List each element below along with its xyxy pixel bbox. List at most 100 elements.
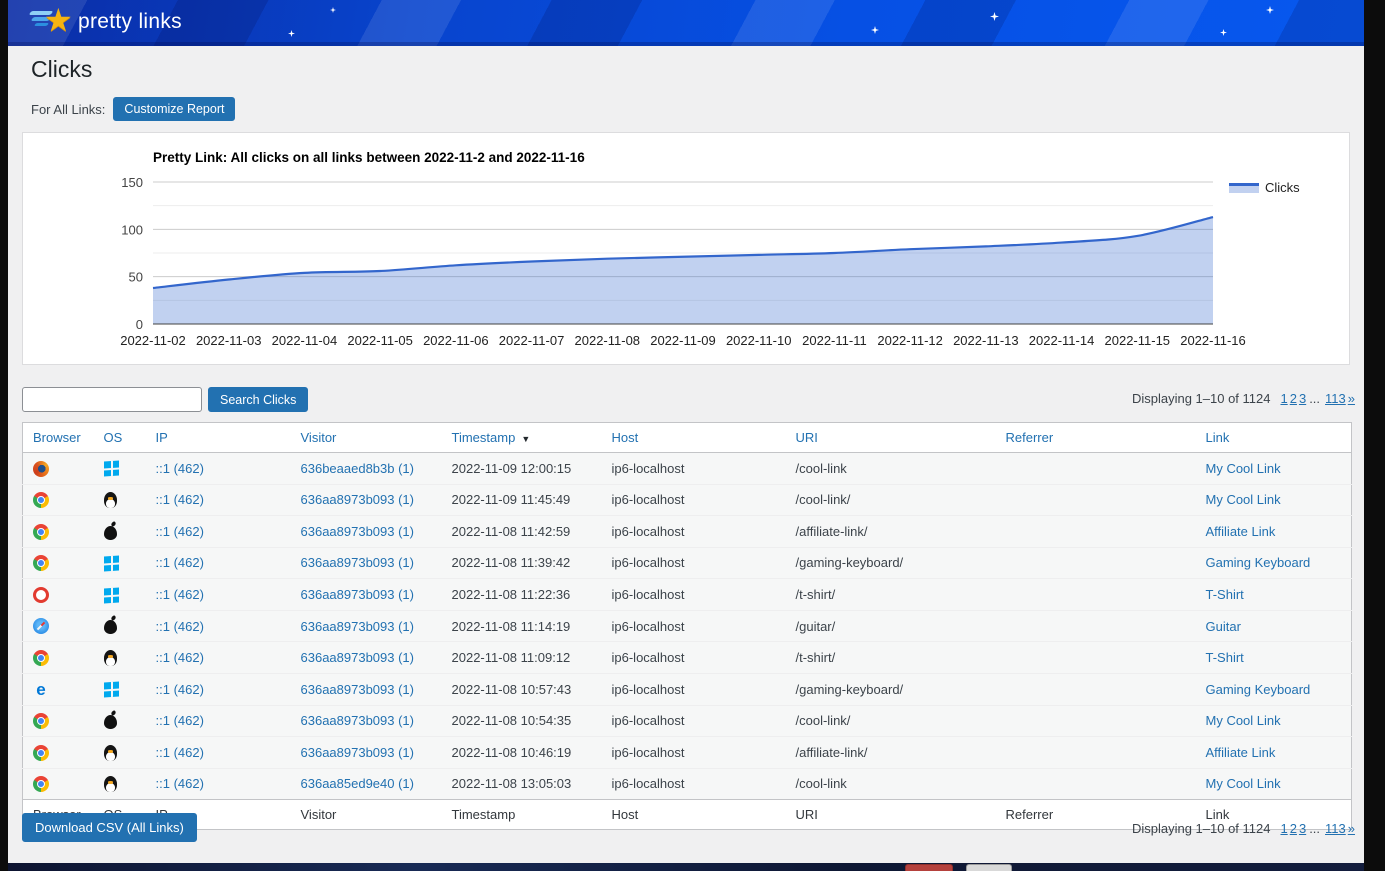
column-header-os[interactable]: OS xyxy=(94,423,146,453)
customize-report-button[interactable]: Customize Report xyxy=(113,97,235,121)
ip-link[interactable]: ::1 (462) xyxy=(156,524,204,539)
search-input[interactable] xyxy=(22,387,202,412)
svg-text:2022-11-15: 2022-11-15 xyxy=(1105,333,1171,348)
ip-link[interactable]: ::1 (462) xyxy=(156,587,204,602)
page-link-last[interactable]: 113 xyxy=(1325,821,1346,836)
visitor-link[interactable]: 636aa8973b093 (1) xyxy=(301,650,415,665)
page-link-3[interactable]: 3 xyxy=(1299,821,1306,836)
uri-cell: /cool-link/ xyxy=(786,705,996,737)
search-clicks-button[interactable]: Search Clicks xyxy=(208,387,308,412)
table-row: ::1 (462)636aa85ed9e40 (1)2022-11-08 13:… xyxy=(23,768,1352,800)
column-header-uri[interactable]: URI xyxy=(786,423,996,453)
sparkle-icon xyxy=(288,30,295,37)
clicks-series-swatch xyxy=(1229,183,1259,193)
page-link-2[interactable]: 2 xyxy=(1290,821,1297,836)
pretty-link[interactable]: Guitar xyxy=(1206,619,1241,634)
footer-header-uri: URI xyxy=(786,800,996,830)
referrer-cell xyxy=(996,642,1196,674)
uri-cell: /t-shirt/ xyxy=(786,642,996,674)
visitor-link[interactable]: 636aa8973b093 (1) xyxy=(301,713,415,728)
pretty-link[interactable]: T-Shirt xyxy=(1206,650,1244,665)
timestamp-cell: 2022-11-09 12:00:15 xyxy=(442,453,602,485)
pretty-link[interactable]: My Cool Link xyxy=(1206,776,1281,791)
page-link-1[interactable]: 1 xyxy=(1280,821,1287,836)
table-row: ::1 (462)636aa8973b093 (1)2022-11-09 11:… xyxy=(23,484,1352,516)
ip-link[interactable]: ::1 (462) xyxy=(156,555,204,570)
svg-text:2022-11-14: 2022-11-14 xyxy=(1029,333,1095,348)
column-header-ip[interactable]: IP xyxy=(146,423,291,453)
referrer-cell xyxy=(996,768,1196,800)
host-cell: ip6-localhost xyxy=(602,453,786,485)
svg-text:2022-11-09: 2022-11-09 xyxy=(650,333,716,348)
column-header-visitor[interactable]: Visitor xyxy=(291,423,442,453)
table-row: ::1 (462)636aa8973b093 (1)2022-11-08 10:… xyxy=(23,705,1352,737)
chrome-icon xyxy=(33,650,49,666)
next-page-link[interactable]: » xyxy=(1348,821,1355,836)
visitor-link[interactable]: 636aa8973b093 (1) xyxy=(301,682,415,697)
timestamp-cell: 2022-11-08 11:09:12 xyxy=(442,642,602,674)
windows-icon xyxy=(104,682,119,698)
ip-link[interactable]: ::1 (462) xyxy=(156,492,204,507)
pagination-bottom: Displaying 1–10 of 1124123...113» xyxy=(1132,821,1355,836)
pretty-link[interactable]: My Cool Link xyxy=(1206,461,1281,476)
ip-link[interactable]: ::1 (462) xyxy=(156,650,204,665)
pretty-link[interactable]: My Cool Link xyxy=(1206,492,1281,507)
opera-icon xyxy=(33,587,49,603)
background-dialog-red-button[interactable] xyxy=(905,864,953,871)
svg-text:0: 0 xyxy=(136,317,143,332)
column-header-host[interactable]: Host xyxy=(602,423,786,453)
uri-cell: /t-shirt/ xyxy=(786,579,996,611)
visitor-link[interactable]: 636aa8973b093 (1) xyxy=(301,555,415,570)
pretty-link[interactable]: Gaming Keyboard xyxy=(1206,682,1311,697)
referrer-cell xyxy=(996,516,1196,548)
column-header-browser[interactable]: Browser xyxy=(23,423,94,453)
pretty-link[interactable]: T-Shirt xyxy=(1206,587,1244,602)
uri-cell: /guitar/ xyxy=(786,610,996,642)
pagination-summary: Displaying 1–10 of 1124 xyxy=(1132,391,1271,406)
visitor-link[interactable]: 636aa8973b093 (1) xyxy=(301,619,415,634)
referrer-cell xyxy=(996,673,1196,705)
column-header-referrer[interactable]: Referrer xyxy=(996,423,1196,453)
visitor-link[interactable]: 636aa8973b093 (1) xyxy=(301,587,415,602)
svg-text:Pretty Link: All clicks on all: Pretty Link: All clicks on all links bet… xyxy=(153,150,585,165)
background-dialog-gray-button[interactable] xyxy=(966,864,1012,871)
pagination-summary: Displaying 1–10 of 1124 xyxy=(1132,821,1271,836)
pretty-link[interactable]: My Cool Link xyxy=(1206,713,1281,728)
svg-text:2022-11-05: 2022-11-05 xyxy=(347,333,413,348)
visitor-link[interactable]: 636aa8973b093 (1) xyxy=(301,524,415,539)
svg-text:2022-11-10: 2022-11-10 xyxy=(726,333,792,348)
pretty-link[interactable]: Affiliate Link xyxy=(1206,745,1276,760)
column-header-link[interactable]: Link xyxy=(1196,423,1352,453)
host-cell: ip6-localhost xyxy=(602,610,786,642)
ip-link[interactable]: ::1 (462) xyxy=(156,776,204,791)
page-link-last[interactable]: 113 xyxy=(1325,391,1346,406)
uri-cell: /gaming-keyboard/ xyxy=(786,547,996,579)
svg-text:2022-11-11: 2022-11-11 xyxy=(802,333,867,348)
ip-link[interactable]: ::1 (462) xyxy=(156,619,204,634)
visitor-link[interactable]: 636aa85ed9e40 (1) xyxy=(301,776,415,791)
visitor-link[interactable]: 636aa8973b093 (1) xyxy=(301,492,415,507)
next-page-link[interactable]: » xyxy=(1348,391,1355,406)
ip-link[interactable]: ::1 (462) xyxy=(156,461,204,476)
download-csv-button[interactable]: Download CSV (All Links) xyxy=(22,813,197,842)
ip-link[interactable]: ::1 (462) xyxy=(156,745,204,760)
page-link-1[interactable]: 1 xyxy=(1280,391,1287,406)
pagination-ellipsis: ... xyxy=(1309,391,1320,406)
timestamp-cell: 2022-11-08 10:57:43 xyxy=(442,673,602,705)
visitor-link[interactable]: 636beaaed8b3b (1) xyxy=(301,461,415,476)
page-link-2[interactable]: 2 xyxy=(1290,391,1297,406)
ip-link[interactable]: ::1 (462) xyxy=(156,713,204,728)
table-header: BrowserOSIPVisitorTimestamp▼HostURIRefer… xyxy=(23,423,1352,453)
timestamp-cell: 2022-11-08 11:22:36 xyxy=(442,579,602,611)
linux-icon xyxy=(104,745,117,761)
page-link-3[interactable]: 3 xyxy=(1299,391,1306,406)
pretty-link[interactable]: Gaming Keyboard xyxy=(1206,555,1311,570)
ip-link[interactable]: ::1 (462) xyxy=(156,682,204,697)
column-header-timestamp[interactable]: Timestamp▼ xyxy=(442,423,602,453)
sparkle-icon xyxy=(1266,6,1274,14)
visitor-link[interactable]: 636aa8973b093 (1) xyxy=(301,745,415,760)
apple-icon xyxy=(104,620,117,634)
clicks-series-label: Clicks xyxy=(1265,180,1300,195)
table-row: ::1 (462)636aa8973b093 (1)2022-11-08 11:… xyxy=(23,610,1352,642)
pretty-link[interactable]: Affiliate Link xyxy=(1206,524,1276,539)
